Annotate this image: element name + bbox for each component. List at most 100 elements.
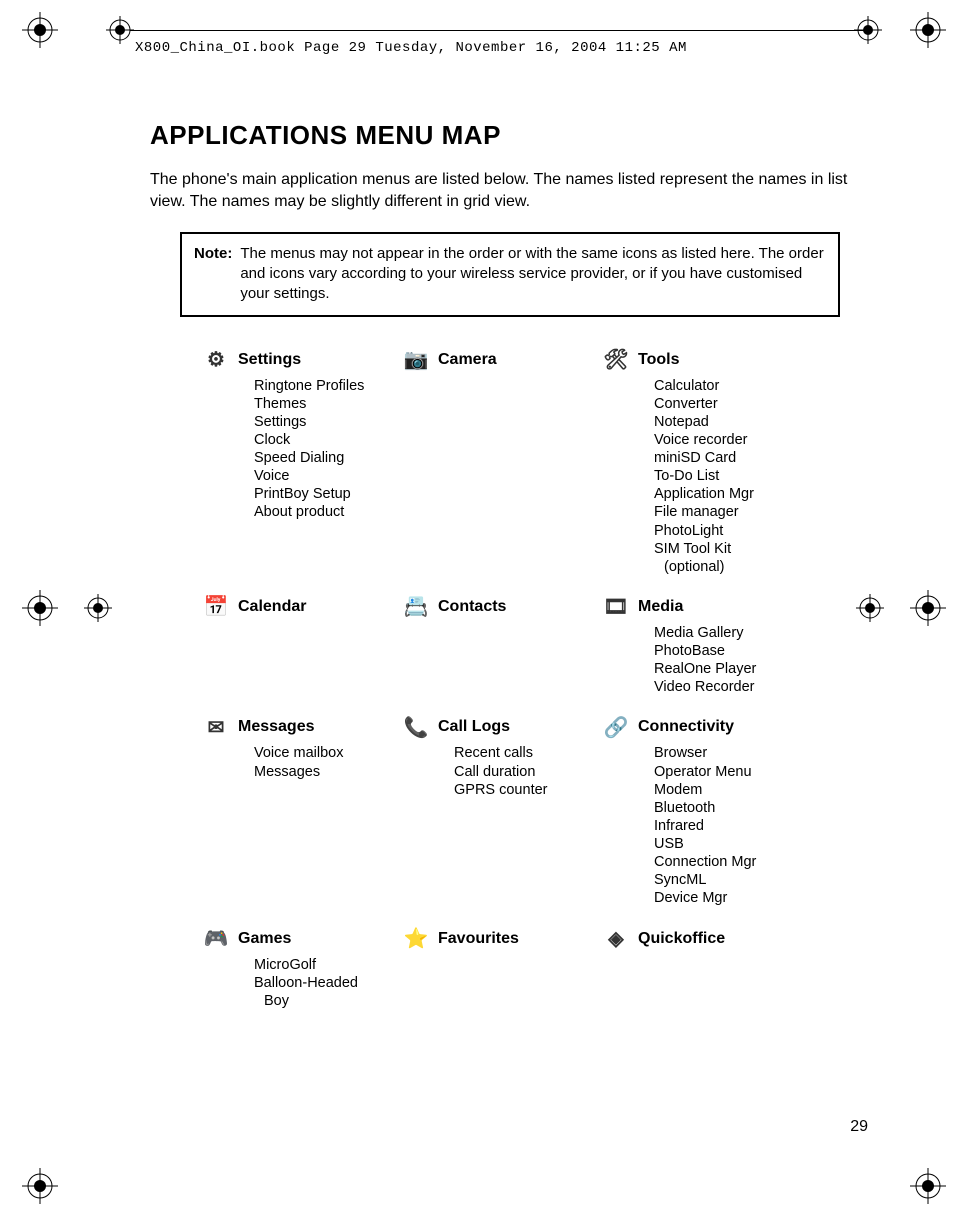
menu-item: SyncML: [654, 871, 820, 889]
menu-item: Recent calls: [454, 744, 600, 762]
registration-mark-icon: [78, 588, 118, 628]
menu-item: Ringtone Profiles: [254, 377, 400, 395]
menu-title: Messages: [238, 718, 315, 736]
menu-title: Settings: [238, 351, 301, 369]
menu-items: BrowserOperator MenuModemBluetoothInfrar…: [654, 744, 820, 907]
registration-mark-icon: [20, 588, 60, 628]
quickoffice-icon: ◈: [600, 926, 632, 952]
messages-icon: ✉: [200, 714, 232, 740]
intro-paragraph: The phone's main application menus are l…: [150, 169, 870, 214]
menu-items: Recent callsCall durationGPRS counter: [454, 744, 600, 798]
menu-item: About product: [254, 503, 400, 521]
menu-item: GPRS counter: [454, 781, 600, 799]
registration-mark-icon: [20, 10, 60, 50]
page-number: 29: [850, 1118, 868, 1136]
menu-column: 📞 Call Logs Recent callsCall durationGPRS …: [400, 714, 600, 907]
games-icon: 🎮: [200, 926, 232, 952]
menu-heading: ⚙ Settings: [200, 347, 400, 373]
menu-item: RealOne Player: [654, 660, 820, 678]
menu-title: Tools: [638, 351, 679, 369]
menu-item: Messages: [254, 763, 400, 781]
menu-column: ⚙SettingsRingtone ProfilesThemesSettings…: [200, 347, 400, 576]
call-logs-icon: 📞: [400, 714, 432, 740]
menu-column: ✉MessagesVoice mailboxMessages: [200, 714, 400, 907]
menu-heading: 🔗 Connectivity: [600, 714, 820, 740]
menu-heading: 🛠 Tools: [600, 347, 820, 373]
menu-item: Operator Menu: [654, 763, 820, 781]
menu-item: Voice recorder: [654, 431, 820, 449]
menu-item: Device Mgr: [654, 889, 820, 907]
menu-items: MicroGolfBalloon-HeadedBoy: [254, 956, 400, 1010]
menu-items: Voice mailboxMessages: [254, 744, 400, 780]
menu-items: Media GalleryPhotoBaseRealOne PlayerVide…: [654, 624, 820, 697]
registration-mark-icon: [908, 588, 948, 628]
menu-items: Ringtone ProfilesThemesSettingsClockSpee…: [254, 377, 400, 522]
calendar-icon: 📅: [200, 594, 232, 620]
page-content: APPLICATIONS MENU MAP The phone's main a…: [150, 120, 870, 1010]
menu-item: Connection Mgr: [654, 853, 820, 871]
menu-heading: 📷 Camera: [400, 347, 600, 373]
menu-item: Speed Dialing: [254, 449, 400, 467]
menu-heading: 🎞 Media: [600, 594, 820, 620]
note-box: Note: The menus may not appear in the or…: [180, 232, 840, 317]
connectivity-icon: 🔗: [600, 714, 632, 740]
menu-item: miniSD Card: [654, 449, 820, 467]
menu-item: Notepad: [654, 413, 820, 431]
menu-item: File manager: [654, 503, 820, 521]
menu-item: USB: [654, 835, 820, 853]
menu-heading: 🎮 Games: [200, 926, 400, 952]
menu-column: 🔗 Connectivity BrowserOperator MenuModemBl…: [600, 714, 820, 907]
menu-title: Quickoffice: [638, 930, 725, 948]
menu-column: ◈ Quickoffice: [600, 926, 820, 1010]
menu-title: Contacts: [438, 598, 506, 616]
media-icon: 🎞: [600, 594, 632, 620]
menu-column: 📇 Contacts: [400, 594, 600, 697]
page-title: APPLICATIONS MENU MAP: [150, 120, 870, 151]
menu-column: 🎮 Games MicroGolfBalloon-HeadedBoy: [200, 926, 400, 1010]
menu-item: Settings: [254, 413, 400, 431]
note-label: Note:: [194, 244, 232, 305]
menu-title: Call Logs: [438, 718, 510, 736]
contacts-icon: 📇: [400, 594, 432, 620]
menu-item: Modem: [654, 781, 820, 799]
menu-column: 📅 Calendar: [200, 594, 400, 697]
menu-item: Bluetooth: [654, 799, 820, 817]
menu-title: Media: [638, 598, 683, 616]
menu-item: PhotoLight: [654, 522, 820, 540]
menu-item: PhotoBase: [654, 642, 820, 660]
menu-title: Games: [238, 930, 291, 948]
menu-item: Calculator: [654, 377, 820, 395]
header-text: X800_China_OI.book Page 29 Tuesday, Nove…: [135, 40, 687, 56]
note-text: The menus may not appear in the order or…: [240, 244, 826, 305]
registration-mark-icon: [908, 1166, 948, 1206]
menu-item: (optional): [654, 558, 820, 576]
menu-item: To-Do List: [654, 467, 820, 485]
menu-heading: 📅 Calendar: [200, 594, 400, 620]
menu-title: Favourites: [438, 930, 519, 948]
menu-heading: 📞 Call Logs: [400, 714, 600, 740]
menu-item: PrintBoy Setup: [254, 485, 400, 503]
menu-grid: ⚙SettingsRingtone ProfilesThemesSettings…: [200, 347, 870, 1010]
menu-heading: ✉ Messages: [200, 714, 400, 740]
menu-title: Camera: [438, 351, 497, 369]
menu-title: Calendar: [238, 598, 306, 616]
menu-item: Video Recorder: [654, 678, 820, 696]
registration-mark-icon: [20, 1166, 60, 1206]
menu-item: SIM Tool Kit: [654, 540, 820, 558]
registration-mark-icon: [908, 10, 948, 50]
menu-title: Connectivity: [638, 718, 734, 736]
menu-column: ⭐Favourites: [400, 926, 600, 1010]
menu-item: MicroGolf: [254, 956, 400, 974]
menu-heading: ⭐Favourites: [400, 926, 600, 952]
menu-item: Infrared: [654, 817, 820, 835]
menu-heading: ◈ Quickoffice: [600, 926, 820, 952]
camera-icon: 📷: [400, 347, 432, 373]
menu-item: Call duration: [454, 763, 600, 781]
tools-icon: 🛠: [600, 347, 632, 373]
menu-item: Converter: [654, 395, 820, 413]
menu-heading: 📇 Contacts: [400, 594, 600, 620]
menu-item: Balloon-Headed: [254, 974, 400, 992]
settings-icon: ⚙: [200, 347, 232, 373]
menu-item: Browser: [654, 744, 820, 762]
menu-item: Themes: [254, 395, 400, 413]
